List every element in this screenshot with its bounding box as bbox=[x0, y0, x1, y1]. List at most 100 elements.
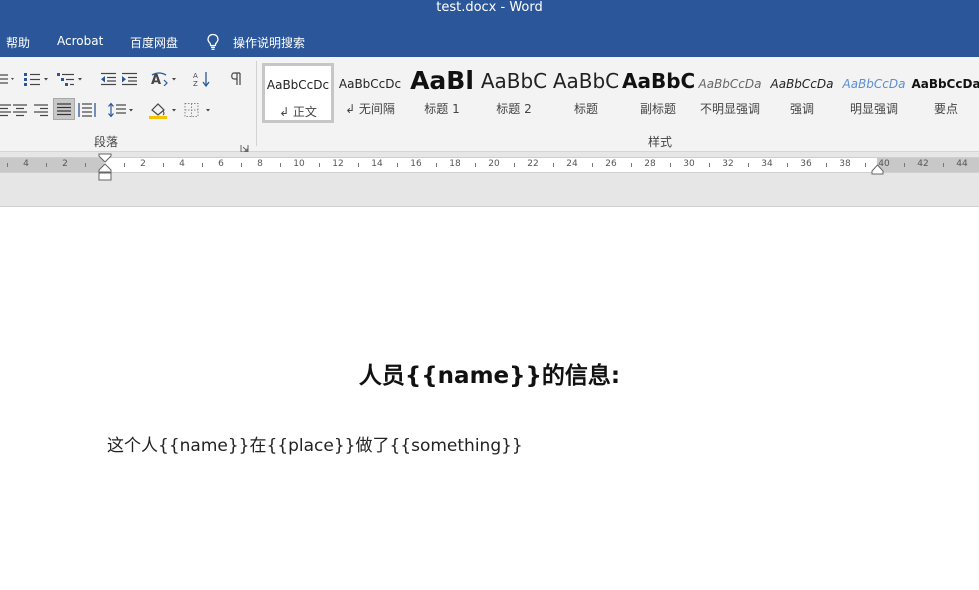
ruler-tick bbox=[435, 163, 437, 167]
ruler-tick bbox=[240, 163, 242, 167]
line-spacing-button[interactable] bbox=[107, 100, 137, 120]
style-name: 不明显强调 bbox=[699, 102, 760, 116]
ruler-label: 22 bbox=[527, 159, 539, 169]
justify-button[interactable] bbox=[53, 98, 75, 120]
style-name: ↲ 无间隔 bbox=[345, 102, 395, 116]
multilevel-list-button[interactable] bbox=[56, 69, 86, 89]
align-right-button[interactable] bbox=[31, 100, 51, 120]
ruler-tick bbox=[903, 163, 905, 167]
ruler-label: 26 bbox=[605, 159, 617, 169]
ruler-label: 30 bbox=[683, 159, 695, 169]
first-line-indent-marker[interactable] bbox=[98, 153, 112, 182]
ruler-label: 14 bbox=[371, 159, 383, 169]
shading-button[interactable] bbox=[148, 100, 180, 120]
style-subtitle[interactable]: AaBbC 副标题 bbox=[622, 63, 694, 123]
sort-button[interactable]: AZ bbox=[192, 69, 214, 89]
ruler-left-margin bbox=[0, 158, 104, 172]
style-normal[interactable]: AaBbCcDc ↲ 正文 bbox=[262, 63, 334, 123]
ruler-tick bbox=[825, 163, 827, 167]
ruler-label: 20 bbox=[488, 159, 500, 169]
dialog-launcher-icon[interactable] bbox=[240, 138, 249, 153]
lightbulb-icon[interactable] bbox=[206, 33, 220, 51]
paragraph-group-label: 段落 bbox=[94, 135, 119, 149]
document-paragraph: 这个人{{name}}在{{place}}做了{{something}} bbox=[107, 436, 523, 456]
style-name: 标题 2 bbox=[496, 102, 532, 116]
ruler-label: 4 bbox=[179, 159, 185, 169]
style-title[interactable]: AaBbC 标题 bbox=[550, 63, 622, 123]
ruler-tick bbox=[123, 163, 125, 167]
styles-gallery: AaBbCcDc ↲ 正文 AaBbCcDc ↲ 无间隔 AaBl 标题 1 A… bbox=[262, 63, 979, 123]
style-name: 标题 1 bbox=[424, 102, 460, 116]
group-separator bbox=[256, 61, 257, 146]
menu-acrobat[interactable]: Acrobat bbox=[57, 34, 103, 48]
document-heading: 人员{{name}}的信息: bbox=[358, 363, 621, 389]
numbering-button[interactable] bbox=[22, 69, 52, 89]
ruler-tick bbox=[630, 163, 632, 167]
tell-me-search[interactable]: 操作说明搜索 bbox=[233, 34, 305, 51]
ruler-tick bbox=[864, 163, 866, 167]
increase-indent-button[interactable] bbox=[120, 69, 140, 89]
document-page[interactable]: 人员{{name}}的信息: 这个人{{name}}在{{place}}做了{{… bbox=[0, 207, 979, 590]
style-name: 要点 bbox=[933, 102, 958, 116]
style-sample: AaBbCcDa bbox=[770, 77, 834, 91]
ruler-tick bbox=[513, 163, 515, 167]
ruler-tick bbox=[786, 163, 788, 167]
ruler-label: 16 bbox=[410, 159, 422, 169]
style-name: 明显强调 bbox=[849, 102, 898, 116]
style-subtle-emphasis[interactable]: AaBbCcDa 不明显强调 bbox=[694, 63, 766, 123]
style-sample: AaBbC bbox=[552, 69, 620, 93]
style-no-spacing[interactable]: AaBbCcDc ↲ 无间隔 bbox=[334, 63, 406, 123]
style-sample: AaBbC bbox=[622, 69, 694, 93]
ruler-tick bbox=[396, 163, 398, 167]
style-intense-emphasis[interactable]: AaBbCcDa 明显强调 bbox=[838, 63, 910, 123]
ruler-label: 38 bbox=[839, 159, 851, 169]
ruler-tick bbox=[162, 163, 164, 167]
style-sample: AaBbCcDa bbox=[842, 77, 906, 91]
style-heading-1[interactable]: AaBl 标题 1 bbox=[406, 63, 478, 123]
style-sample: AaBbCcDc bbox=[338, 77, 402, 91]
ruler-tick bbox=[84, 163, 86, 167]
ruler-tick bbox=[747, 163, 749, 167]
ruler-tick bbox=[669, 163, 671, 167]
title-bar: test.docx - Word bbox=[0, 0, 979, 26]
bullets-button[interactable] bbox=[0, 69, 18, 89]
distributed-align-button[interactable] bbox=[77, 100, 97, 120]
ruler-label: 24 bbox=[566, 159, 578, 169]
ruler-tick bbox=[6, 163, 8, 167]
style-emphasis[interactable]: AaBbCcDa 强调 bbox=[766, 63, 838, 123]
ruler-label: 8 bbox=[257, 159, 263, 169]
style-name: 标题 bbox=[573, 102, 598, 116]
style-name: 副标题 bbox=[639, 102, 676, 116]
ruler-label: 36 bbox=[800, 159, 812, 169]
ruler-tick bbox=[942, 163, 944, 167]
style-sample: AaBbCcDc bbox=[266, 78, 330, 92]
decrease-indent-button[interactable] bbox=[98, 69, 118, 89]
ruler-tick bbox=[708, 163, 710, 167]
ribbon: A AZ 段落 AaBbCcDc ↲ 正文 AaBbCcDc ↲ 无间隔 AaB… bbox=[0, 57, 979, 153]
ruler-label: 4 bbox=[23, 159, 29, 169]
ruler-tick bbox=[279, 163, 281, 167]
align-center-button[interactable] bbox=[10, 100, 30, 120]
menu-help[interactable]: 帮助 bbox=[6, 34, 30, 51]
style-sample: AaBbCcDa bbox=[698, 77, 762, 91]
chinese-layout-button[interactable]: A bbox=[150, 69, 180, 89]
style-name: 强调 bbox=[789, 102, 814, 116]
ruler-tick bbox=[552, 163, 554, 167]
menu-baidu-netdisk[interactable]: 百度网盘 bbox=[130, 34, 178, 51]
ruler-label: 2 bbox=[140, 159, 146, 169]
style-heading-2[interactable]: AaBbC 标题 2 bbox=[478, 63, 550, 123]
ruler-label: 34 bbox=[761, 159, 773, 169]
ruler-label: 2 bbox=[62, 159, 68, 169]
show-formatting-marks-icon[interactable] bbox=[226, 69, 244, 89]
styles-group-label: 样式 bbox=[648, 135, 673, 149]
ruler-tick bbox=[591, 163, 593, 167]
style-strong[interactable]: AaBbCcDa 要点 bbox=[910, 63, 979, 123]
borders-button[interactable] bbox=[184, 100, 214, 120]
style-sample: AaBbC bbox=[480, 69, 548, 93]
ruler-label: 42 bbox=[917, 159, 929, 169]
horizontal-ruler[interactable]: 4 2 2 4 6 8 10 12 14 16 18 20 22 24 26 28 30 32 34 36 38 40 42… bbox=[0, 157, 979, 173]
menu-bar: 帮助 Acrobat 百度网盘 操作说明搜索 bbox=[0, 26, 979, 57]
window-title: test.docx - Word bbox=[436, 0, 543, 15]
right-indent-marker[interactable] bbox=[871, 164, 884, 175]
ruler-tick bbox=[201, 163, 203, 167]
